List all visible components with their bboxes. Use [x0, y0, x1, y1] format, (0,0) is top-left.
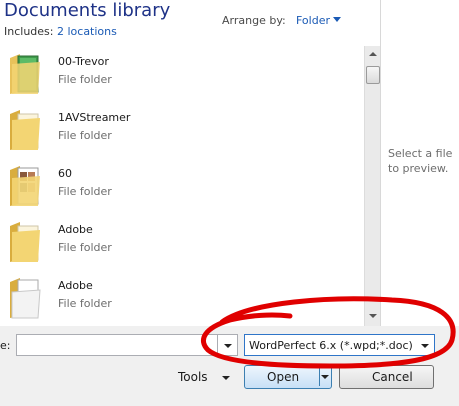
item-type: File folder	[58, 297, 112, 310]
cancel-button[interactable]: Cancel	[339, 365, 434, 389]
file-type-select[interactable]: WordPerfect 6.x (*.wpd;*.doc)	[244, 334, 435, 356]
filename-label: e:	[0, 339, 11, 352]
tools-button[interactable]: Tools	[170, 366, 242, 388]
split-divider	[319, 368, 320, 386]
item-type: File folder	[58, 73, 112, 86]
arrange-by-dropdown[interactable]: Folder	[296, 14, 330, 27]
item-type: File folder	[58, 129, 112, 142]
scrollbar-thumb[interactable]	[366, 66, 380, 84]
locations-link[interactable]: 2 locations	[57, 25, 117, 38]
includes-line: Includes: 2 locations	[4, 25, 117, 38]
folder-with-images-icon	[10, 166, 40, 206]
folder-icon	[10, 222, 40, 262]
library-header: Documents library Includes: 2 locations …	[0, 0, 380, 46]
cancel-label: Cancel	[372, 370, 413, 384]
vertical-scrollbar[interactable]	[364, 46, 380, 326]
list-item[interactable]: 00-Trevor File folder	[0, 46, 364, 102]
list-item[interactable]: Adobe File folder	[0, 270, 364, 326]
file-type-value: WordPerfect 6.x (*.wpd;*.doc)	[249, 339, 413, 352]
list-item[interactable]: 1AVStreamer File folder	[0, 102, 364, 158]
item-type: File folder	[58, 241, 112, 254]
open-label: Open	[267, 370, 300, 384]
chevron-down-icon	[421, 344, 429, 348]
list-item[interactable]: Adobe File folder	[0, 214, 364, 270]
item-name: Adobe	[58, 279, 93, 292]
open-options-arrow-icon[interactable]	[321, 375, 329, 379]
item-name: 1AVStreamer	[58, 111, 131, 124]
item-type: File folder	[58, 185, 112, 198]
chevron-down-icon[interactable]	[333, 17, 341, 22]
item-name: 60	[58, 167, 72, 180]
filename-input[interactable]	[16, 334, 218, 356]
library-title: Documents library	[4, 0, 171, 21]
preview-message: Select a file to preview.	[388, 147, 453, 175]
list-item[interactable]: 60 File folder	[0, 158, 364, 214]
scroll-down-arrow-icon[interactable]	[369, 314, 377, 318]
folder-with-document-icon	[10, 278, 41, 319]
arrange-by-label: Arrange by:	[222, 14, 286, 27]
preview-pane: Select a file to preview.	[380, 0, 459, 326]
folder-icon	[10, 110, 40, 150]
tools-label: Tools	[178, 370, 208, 384]
includes-label: Includes:	[4, 25, 54, 38]
file-list[interactable]: 00-Trevor File folder 1AVStreamer File f…	[0, 46, 364, 326]
open-button[interactable]: Open	[244, 365, 332, 389]
item-name: Adobe	[58, 223, 93, 236]
filename-history-dropdown[interactable]	[218, 334, 238, 356]
folder-green-icon	[10, 54, 40, 94]
chevron-down-icon	[224, 344, 232, 348]
item-name: 00-Trevor	[58, 55, 109, 68]
chevron-down-icon	[222, 376, 230, 380]
scroll-up-arrow-icon[interactable]	[369, 52, 377, 56]
